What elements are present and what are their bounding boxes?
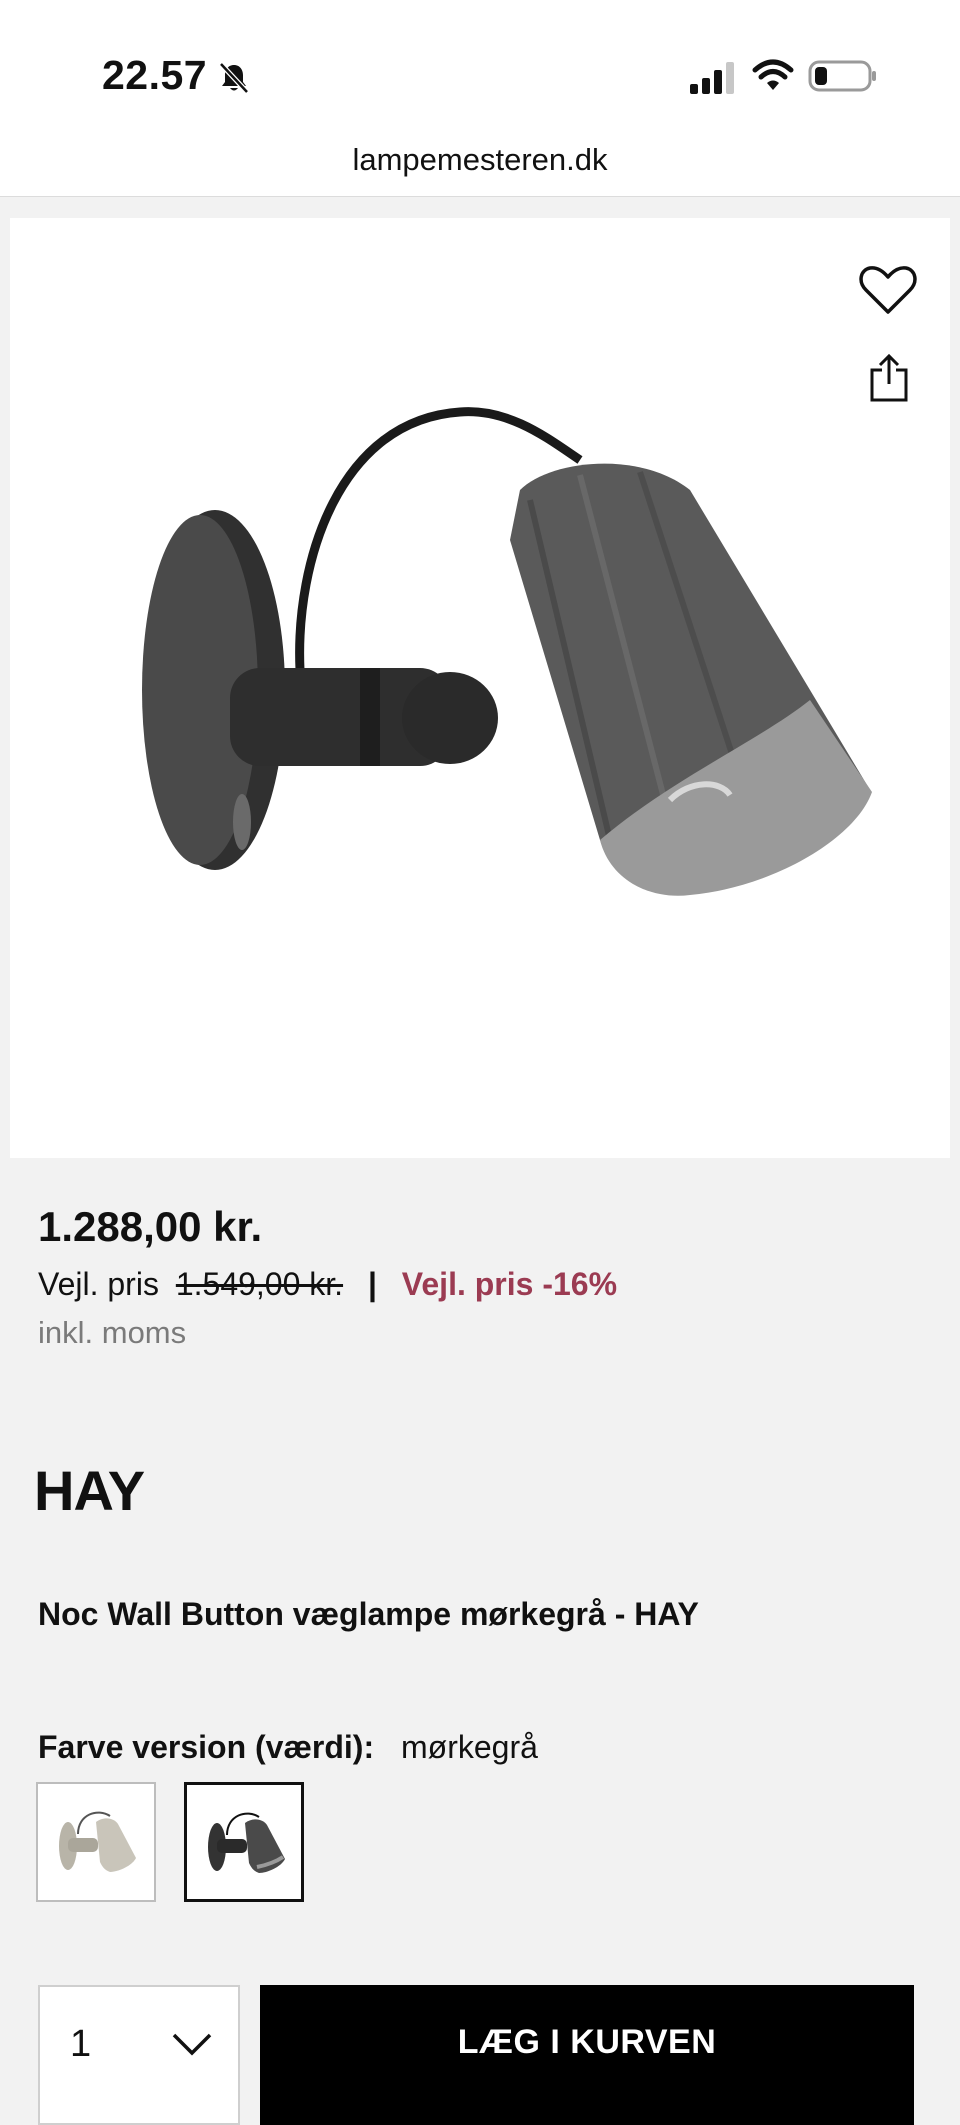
variant-value: mørkegrå bbox=[401, 1729, 538, 1765]
add-to-cart-label: LÆG I KURVEN bbox=[457, 2023, 717, 2061]
brand-logo[interactable]: HAY bbox=[34, 1458, 145, 1523]
price-separator: | bbox=[367, 1266, 377, 1302]
discount-label: Vejl. pris -16% bbox=[401, 1266, 618, 1302]
address-url[interactable]: lampemesteren.dk bbox=[0, 142, 960, 178]
rrp-old-price: 1.549,00 kr. bbox=[175, 1266, 344, 1302]
variant-label: Farve version (værdi): bbox=[38, 1729, 375, 1765]
bell-slash-icon bbox=[219, 62, 249, 94]
chevron-down-icon bbox=[172, 2033, 212, 2056]
color-swatch-light[interactable] bbox=[36, 1782, 156, 1902]
status-time: 22.57 bbox=[102, 52, 208, 98]
rrp-row: Vejl. pris 1.549,00 kr. | Vejl. pris -16… bbox=[38, 1266, 617, 1303]
rrp-label: Vejl. pris bbox=[38, 1266, 159, 1302]
wifi-icon bbox=[752, 59, 794, 90]
product-image bbox=[142, 407, 872, 896]
heart-icon[interactable] bbox=[856, 262, 920, 318]
battery-icon bbox=[808, 60, 876, 92]
quantity-value: 1 bbox=[70, 2023, 92, 2065]
lamp-thumbnail-darkgrey bbox=[208, 1812, 285, 1873]
add-to-cart-button[interactable]: LÆG I KURVEN bbox=[260, 1985, 914, 2125]
signal-icon bbox=[690, 62, 734, 94]
color-swatch-darkgrey[interactable] bbox=[184, 1782, 304, 1902]
variant-row: Farve version (værdi): mørkegrå bbox=[38, 1729, 538, 1766]
lamp-thumbnail-light bbox=[59, 1811, 136, 1872]
vat-note: inkl. moms bbox=[38, 1315, 187, 1350]
browser-address-bar[interactable]: lampemesteren.dk bbox=[0, 140, 960, 197]
status-bar: 22.57 bbox=[0, 0, 960, 140]
quantity-select[interactable]: 1 bbox=[38, 1985, 240, 2125]
product-title: Noc Wall Button væglampe mørkegrå - HAY bbox=[38, 1596, 699, 1632]
product-price: 1.288,00 kr. bbox=[38, 1203, 263, 1250]
share-icon[interactable] bbox=[864, 352, 914, 404]
